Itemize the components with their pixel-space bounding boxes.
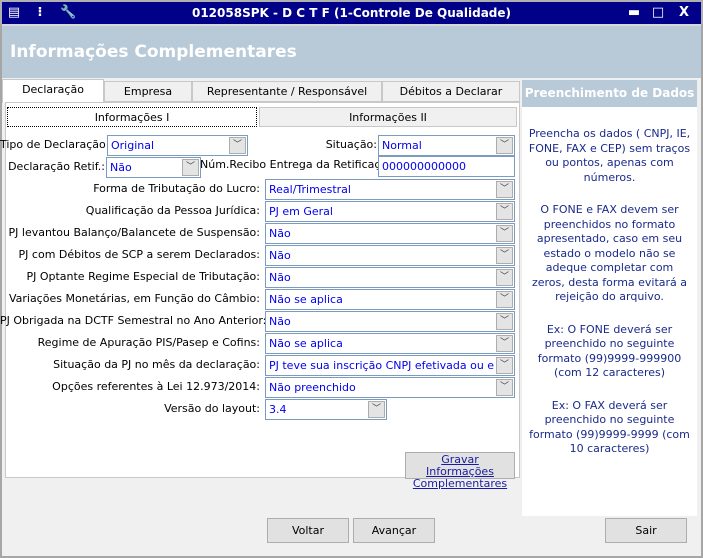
chevron-down-icon[interactable]: ﹀ [496,379,513,396]
chevron-down-icon[interactable]: ﹀ [496,269,513,286]
chevron-down-icon[interactable]: ﹀ [496,181,513,198]
field-label: PJ levantou Balanço/Balancete de Suspens… [8,226,260,239]
help-text: O FONE e FAX devem ser preenchidos no fo… [531,203,688,303]
tipo-value: Original [111,139,155,152]
field-select[interactable]: Não ﹀ [265,223,515,244]
tab-debitos[interactable]: Débitos a Declarar [382,81,520,102]
chevron-down-icon[interactable]: ﹀ [496,247,513,264]
help-text: Ex: O FONE deverá ser preenchido no segu… [537,322,682,380]
chevron-down-icon[interactable]: ﹀ [496,291,513,308]
field-value: Não [269,271,291,284]
versao-select[interactable]: 3.4 ﹀ [265,399,387,420]
help-text: Preencha os dados ( CNPJ, IE, FONE, FAX … [528,127,691,184]
field-label: PJ Obrigada na DCTF Semestral no Ano Ant… [0,314,267,327]
chevron-down-icon[interactable]: ﹀ [229,137,246,154]
gravar-button[interactable]: Gravar Informações Complementares [405,452,515,490]
situacao-select[interactable]: Normal ﹀ [378,135,515,156]
versao-value: 3.4 [269,403,287,416]
field-select[interactable]: Não ﹀ [265,245,515,266]
situacao-value: Normal [382,139,422,152]
field-value: Não [269,249,291,262]
field-value: PJ em Geral [269,205,333,218]
page-header: Informações Complementares [2,24,701,78]
tab-representante[interactable]: Representante / Responsável [192,81,382,102]
field-label: Situação da PJ no mês da declaração: [53,358,260,371]
field-label: Forma de Tributação do Lucro: [93,182,260,195]
tab-empresa[interactable]: Empresa [104,81,192,102]
field-value: Não preenchido [269,381,356,394]
help-panel: Preenchimento de Dados Preencha os dados… [522,80,697,516]
field-value: Não se aplica [269,337,343,350]
field-label: PJ com Débitos de SCP a serem Declarados… [18,248,260,261]
field-select[interactable]: Não se aplica ﹀ [265,289,515,310]
field-select[interactable]: Não se aplica ﹀ [265,333,515,354]
field-select[interactable]: Não preenchido ﹀ [265,377,515,398]
recibo-value: 000000000000 [382,160,466,173]
retif-value: Não [110,161,132,174]
sair-button[interactable]: Sair [605,518,687,543]
field-select[interactable]: Real/Trimestral ﹀ [265,179,515,200]
chevron-down-icon[interactable]: ﹀ [496,203,513,220]
subtab-informacoes-2[interactable]: Informações II [259,107,517,127]
chevron-down-icon[interactable]: ﹀ [496,313,513,330]
chevron-down-icon[interactable]: ﹀ [182,159,199,176]
voltar-button[interactable]: Voltar [267,518,349,543]
chevron-down-icon[interactable]: ﹀ [368,401,385,418]
field-value: Não [269,315,291,328]
help-title: Preenchimento de Dados [522,80,697,107]
window-title: 012058SPK - D C T F (1-Controle De Quali… [191,6,511,20]
maximize-icon[interactable]: □ [650,5,666,21]
tab-declaracao[interactable]: Declaração [2,79,104,103]
field-value: Real/Trimestral [269,183,351,196]
recibo-label: Núm.Recibo Entrega da Retificação: [200,158,398,171]
field-value: Não [269,227,291,240]
chevron-down-icon[interactable]: ﹀ [496,137,513,154]
field-value: PJ teve sua inscrição CNPJ efetivada ou … [269,359,494,372]
field-label: Opções referentes à Lei 12.973/2014: [52,380,260,393]
field-select[interactable]: PJ teve sua inscrição CNPJ efetivada ou … [265,355,515,376]
field-select[interactable]: Não ﹀ [265,311,515,332]
tipo-select[interactable]: Original ﹀ [107,135,248,156]
versao-label: Versão do layout: [164,402,260,415]
subtab-informacoes-1[interactable]: Informações I [7,107,257,127]
recibo-input[interactable]: 000000000000 [378,156,515,177]
page-title: Informações Complementares [10,42,297,62]
title-bar: ▤ ⁝ 🔧 012058SPK - D C T F (1-Controle De… [0,0,703,24]
gravar-line2: Complementares [412,477,508,490]
avancar-button[interactable]: Avançar [353,518,435,543]
situacao-label: Situação: [325,138,377,151]
field-label: PJ Optante Regime Especial de Tributação… [26,270,260,283]
chevron-down-icon[interactable]: ﹀ [496,357,513,374]
retif-label: Declaração Retif.: [8,160,105,173]
gravar-line1: Gravar Informações [426,453,494,478]
tipo-label: Tipo de Declaração: [0,138,110,151]
close-icon[interactable]: X [676,5,692,21]
chevron-down-icon[interactable]: ﹀ [496,225,513,242]
field-label: Qualificação da Pessoa Jurídica: [85,204,260,217]
chevron-down-icon[interactable]: ﹀ [496,335,513,352]
minimize-icon[interactable]: ▬ [626,5,642,21]
field-select[interactable]: PJ em Geral ﹀ [265,201,515,222]
field-label: Regime de Apuração PIS/Pasep e Cofins: [37,336,260,349]
retif-select[interactable]: Não ﹀ [106,157,201,178]
field-value: Não se aplica [269,293,343,306]
field-select[interactable]: Não ﹀ [265,267,515,288]
field-label: Variações Monetárias, em Função do Câmbi… [8,292,260,305]
help-text: Ex: O FAX deverá ser preenchido no segui… [529,398,690,456]
